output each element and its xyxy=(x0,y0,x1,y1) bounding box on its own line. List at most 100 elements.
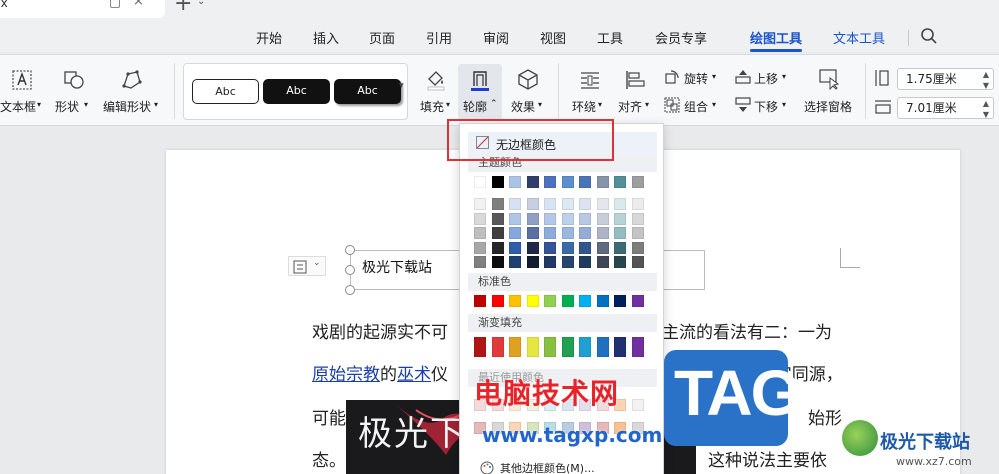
theme-shade-swatch[interactable] xyxy=(579,241,591,254)
doc-text[interactable]: 可能 xyxy=(312,404,346,429)
theme-color-swatch[interactable] xyxy=(579,176,591,188)
chevron-down-icon[interactable]: ▾ xyxy=(84,100,88,109)
wrap-text-icon[interactable] xyxy=(578,69,602,91)
group-icon[interactable] xyxy=(664,97,680,113)
send-backward-button-label[interactable]: 下移 xyxy=(754,98,778,115)
theme-shade-swatch[interactable] xyxy=(579,256,591,268)
theme-shade-swatch[interactable] xyxy=(631,256,644,268)
theme-color-swatch[interactable] xyxy=(509,176,521,188)
standard-color-swatch[interactable] xyxy=(579,295,591,307)
theme-shade-swatch[interactable] xyxy=(631,241,644,254)
standard-color-swatch[interactable] xyxy=(631,295,644,307)
edit-shape-button-label[interactable]: 编辑形状 xyxy=(103,98,151,115)
theme-shade-swatch[interactable] xyxy=(596,198,609,210)
theme-shade-swatch[interactable] xyxy=(596,256,609,268)
doc-text-line[interactable]: 原始宗教的巫术仪 xyxy=(312,360,448,385)
resize-handle[interactable] xyxy=(345,265,355,275)
shape-style-outline[interactable]: Abc xyxy=(192,79,259,104)
shape-style-filled[interactable]: Abc xyxy=(263,79,330,104)
gradient-color-swatch[interactable] xyxy=(631,337,644,357)
theme-shade-swatch[interactable] xyxy=(509,241,521,254)
chevron-down-icon[interactable]: ▾ xyxy=(782,100,786,109)
doc-text[interactable]: 始形 xyxy=(808,404,842,429)
standard-color-swatch[interactable] xyxy=(526,295,539,307)
theme-shade-swatch[interactable] xyxy=(596,212,609,225)
chevron-down-icon[interactable]: ▾ xyxy=(37,100,41,109)
gradient-color-swatch[interactable] xyxy=(579,337,591,357)
standard-color-swatch[interactable] xyxy=(474,295,486,307)
theme-shade-swatch[interactable] xyxy=(544,198,556,210)
edit-shape-icon[interactable] xyxy=(120,68,144,92)
document-tab[interactable]: cx × xyxy=(0,0,165,18)
theme-shade-swatch[interactable] xyxy=(526,212,539,225)
group-button-label[interactable]: 组合 xyxy=(684,98,708,115)
shape-height-input[interactable]: 1.75厘米 ▲ ▼ xyxy=(897,68,994,90)
gradient-color-swatch[interactable] xyxy=(509,337,521,357)
theme-color-swatch[interactable] xyxy=(526,176,539,188)
fill-bucket-icon[interactable] xyxy=(425,67,447,91)
theme-shade-swatch[interactable] xyxy=(579,198,591,210)
tab-text-tools[interactable]: 文本工具 xyxy=(833,28,885,47)
tab-pin-icon[interactable] xyxy=(110,0,120,8)
theme-shade-swatch[interactable] xyxy=(474,212,486,225)
fill-button-label[interactable]: 填充 xyxy=(420,98,444,115)
send-backward-icon[interactable] xyxy=(734,97,752,113)
shape-icon[interactable] xyxy=(62,69,86,91)
resize-handle[interactable] xyxy=(345,245,355,255)
chevron-down-icon[interactable]: ▾ xyxy=(538,100,542,109)
effect-button-label[interactable]: 效果 xyxy=(511,98,535,115)
theme-shade-swatch[interactable] xyxy=(631,198,644,210)
chevron-up-icon[interactable]: ⌃ xyxy=(490,99,498,109)
theme-shade-swatch[interactable] xyxy=(474,241,486,254)
gradient-color-swatch[interactable] xyxy=(596,337,609,357)
theme-color-swatch[interactable] xyxy=(491,176,504,188)
theme-shade-swatch[interactable] xyxy=(561,256,574,268)
resize-handle[interactable] xyxy=(345,285,355,295)
theme-shade-swatch[interactable] xyxy=(491,256,504,268)
gallery-expand-icon[interactable]: ▾ xyxy=(399,81,404,91)
textbox-content[interactable]: 极光下载站 xyxy=(362,257,432,277)
gradient-color-swatch[interactable] xyxy=(544,337,556,357)
bring-forward-icon[interactable] xyxy=(734,69,752,85)
theme-shade-swatch[interactable] xyxy=(544,256,556,268)
align-icon[interactable] xyxy=(624,69,646,91)
tab-close-icon[interactable]: × xyxy=(133,0,144,9)
theme-shade-swatch[interactable] xyxy=(491,241,504,254)
theme-color-swatch[interactable] xyxy=(631,176,644,188)
tab-tools[interactable]: 工具 xyxy=(597,28,623,47)
standard-color-swatch[interactable] xyxy=(596,295,609,307)
doc-text[interactable]: 这种说法主要依 xyxy=(708,446,827,471)
outline-icon[interactable] xyxy=(469,68,491,92)
theme-shade-swatch[interactable] xyxy=(526,241,539,254)
theme-shade-swatch[interactable] xyxy=(596,227,609,239)
theme-shade-swatch[interactable] xyxy=(614,227,626,239)
theme-shade-swatch[interactable] xyxy=(474,227,486,239)
chevron-down-icon[interactable]: ▾ xyxy=(782,72,786,81)
doc-text[interactable]: 态。 xyxy=(312,446,346,471)
theme-shade-swatch[interactable] xyxy=(474,198,486,210)
standard-color-swatch[interactable] xyxy=(561,295,574,307)
chevron-down-icon[interactable]: ▼ xyxy=(983,105,989,125)
standard-color-swatch[interactable] xyxy=(491,295,504,307)
align-button-label[interactable]: 对齐 xyxy=(618,98,642,115)
selection-pane-icon[interactable] xyxy=(818,68,840,90)
theme-shade-swatch[interactable] xyxy=(614,256,626,268)
tab-drawing-tools[interactable]: 绘图工具 xyxy=(750,28,802,47)
wrap-button-label[interactable]: 环绕 xyxy=(572,98,596,115)
theme-shade-swatch[interactable] xyxy=(631,212,644,225)
theme-color-swatch[interactable] xyxy=(614,176,626,188)
tab-home[interactable]: 开始 xyxy=(256,28,282,47)
selection-pane-button-label[interactable]: 选择窗格 xyxy=(804,98,852,115)
doc-text[interactable]: 戏剧的起源实不可 xyxy=(312,318,448,343)
recent-color-swatch[interactable] xyxy=(631,399,644,411)
theme-shade-swatch[interactable] xyxy=(614,212,626,225)
rotate-icon[interactable] xyxy=(664,69,680,85)
theme-shade-swatch[interactable] xyxy=(526,227,539,239)
theme-shade-swatch[interactable] xyxy=(561,212,574,225)
tab-review[interactable]: 审阅 xyxy=(483,28,509,47)
rotate-button-label[interactable]: 旋转 xyxy=(684,70,708,87)
theme-shade-swatch[interactable] xyxy=(614,198,626,210)
theme-shade-swatch[interactable] xyxy=(596,241,609,254)
theme-shade-swatch[interactable] xyxy=(509,198,521,210)
layout-options-button[interactable]: ⌄ xyxy=(288,256,326,276)
